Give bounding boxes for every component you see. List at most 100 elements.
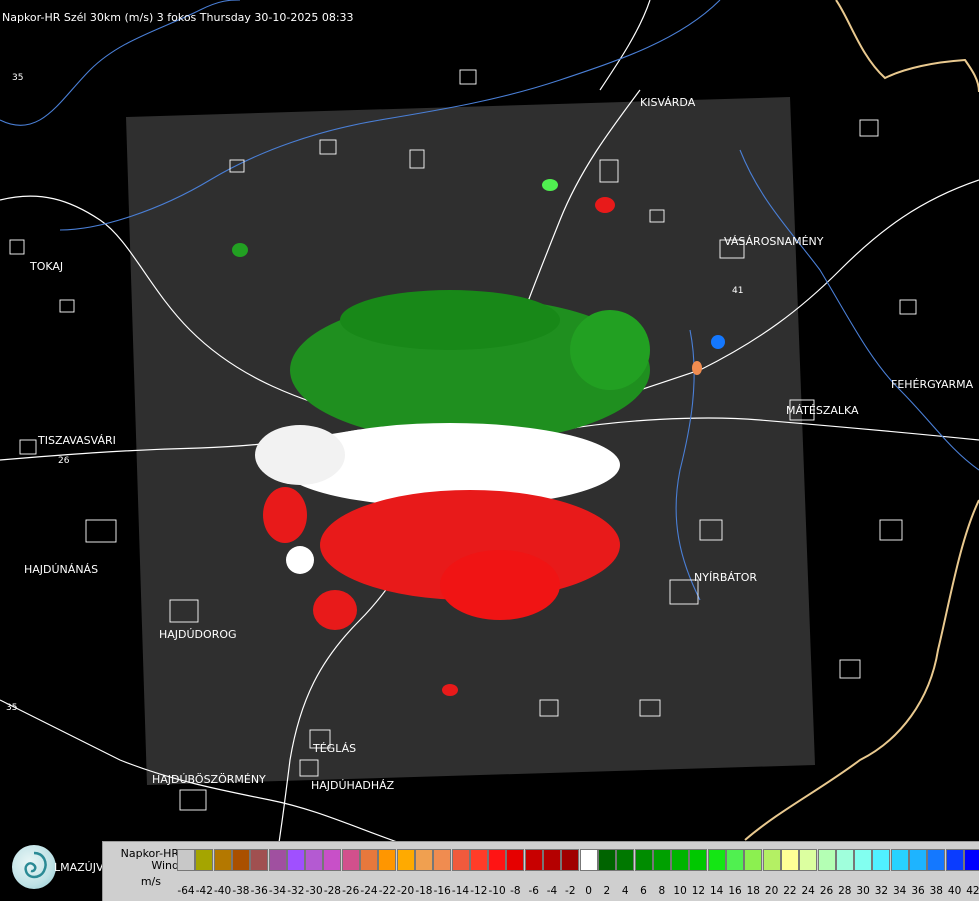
legend-tick-label: -16 (433, 885, 451, 897)
map-title: Napkor-HR Szél 30km (m/s) 3 fokos Thursd… (2, 11, 354, 24)
legend-tick-label: -64 (177, 885, 195, 897)
legend-tick-label: -26 (342, 885, 360, 897)
legend-swatch (433, 849, 452, 871)
echo-red-west (263, 487, 307, 543)
echo-blue-spot (711, 335, 725, 349)
city-label-mateszalka: MÁTÉSZALKA (786, 404, 859, 417)
legend-tick-label: 40 (947, 885, 962, 897)
legend-swatch (469, 849, 488, 871)
legend-tick-label: -10 (488, 885, 506, 897)
city-label-fehergyarmat: FEHÉRGYARMA (891, 378, 974, 391)
legend-swatch (396, 849, 415, 871)
legend-swatch (762, 849, 781, 871)
echo-green-upper (340, 290, 560, 350)
swirl-logo-icon (12, 845, 56, 889)
echo-white-west (255, 425, 345, 485)
legend-swatch (835, 849, 854, 871)
legend-swatch (744, 849, 763, 871)
legend-tick-label: -32 (287, 885, 305, 897)
legend-swatch (652, 849, 671, 871)
legend-tick-label: -38 (232, 885, 250, 897)
legend-tick-label: 24 (801, 885, 815, 897)
city-label-hajduhadhaz: HAJDÚHADHÁZ (311, 779, 395, 792)
legend-tick-label: 2 (603, 885, 611, 897)
legend-swatch (524, 849, 543, 871)
legend-tick-label: 20 (764, 885, 779, 897)
echo-red-ne (595, 197, 615, 213)
legend-swatch (360, 849, 378, 871)
legend-tick-label: 0 (585, 885, 592, 897)
legend-tick-label: 14 (710, 885, 724, 897)
legend-tick-label: -22 (378, 885, 396, 897)
legend-tick-label: -42 (195, 885, 213, 897)
legend-tick-label: 32 (874, 885, 889, 897)
road-number-label: 41 (732, 286, 744, 296)
legend-swatch (213, 849, 232, 871)
echo-red-south (440, 550, 560, 620)
legend-tick-label: 10 (673, 885, 687, 897)
legend-tick-label: 12 (691, 885, 706, 897)
legend-swatch (286, 849, 305, 871)
echo-orange-spot (692, 361, 702, 375)
city-label-hajdunanas: HAJDÚNÁNÁS (24, 563, 99, 576)
legend-tick-label: -24 (360, 885, 378, 897)
road-number-label: 35 (6, 703, 18, 713)
city-label-vasarosnameny: VÁSÁROSNAMÉNY (724, 235, 824, 248)
legend-tick-label: 28 (838, 885, 852, 897)
legend-tick-label: 36 (911, 885, 925, 897)
echo-red-south2 (442, 684, 458, 696)
legend-swatch (506, 849, 525, 871)
legend-swatch (671, 849, 690, 871)
echo-red-sw (313, 590, 357, 630)
legend-caption: Napkor-HR Wind m/s (107, 848, 179, 888)
city-label-teglas: TÉGLÁS (313, 742, 357, 755)
legend-swatch (451, 849, 470, 871)
legend-swatch (726, 849, 744, 871)
legend-swatch (799, 849, 818, 871)
legend-tick-label: -14 (451, 885, 470, 897)
legend-swatch (597, 849, 616, 871)
legend-swatch (963, 849, 979, 871)
legend-tick-label: -40 (214, 885, 232, 897)
echo-green-east (570, 310, 650, 390)
legend-tick-label: 16 (728, 885, 742, 897)
legend-swatch (488, 849, 507, 871)
legend-swatch (927, 849, 946, 871)
legend-swatch (909, 849, 927, 871)
legend-tick-label: -2 (565, 885, 576, 897)
legend-swatch (634, 849, 653, 871)
legend-swatch (945, 849, 964, 871)
legend-swatch (268, 849, 287, 871)
legend-tick-label: -36 (250, 885, 268, 897)
legend-swatch (890, 849, 909, 871)
legend-tick-label: 26 (819, 885, 834, 897)
city-label-tokaj: TOKAJ (30, 260, 64, 273)
echo-green-nw (232, 243, 248, 257)
legend-tick-label: -12 (470, 885, 488, 897)
road-number-label: 26 (58, 456, 70, 466)
echo-white-sw (286, 546, 314, 574)
legend-swatch (195, 849, 214, 871)
legend-swatch (689, 849, 708, 871)
legend-swatch (616, 849, 635, 871)
legend-tick-label: -8 (510, 885, 521, 897)
legend-tick-label: 18 (746, 885, 760, 897)
legend-tick-label: -34 (268, 885, 287, 897)
legend-tick-label: -30 (305, 885, 323, 897)
legend-swatch (561, 849, 580, 871)
city-label-kisvarda: KISVÁRDA (640, 96, 696, 109)
legend-tick-label: -20 (397, 885, 415, 897)
radar-map (0, 0, 979, 900)
legend-swatch (543, 849, 561, 871)
legend-tick-label: 42 (966, 885, 979, 897)
city-label-tiszavasvari: TISZAVASVÁRI (38, 434, 116, 447)
road-number-label: 35 (12, 73, 24, 83)
legend-tick-label: 8 (658, 885, 666, 897)
legend-subtitle: Wind (151, 859, 179, 872)
legend-swatch (817, 849, 836, 871)
legend-tick-label: 4 (621, 885, 629, 897)
legend-tick-label: 38 (929, 885, 943, 897)
color-legend: Napkor-HR Wind m/s -64 -42 -40 -38 -36 -34 -32… (102, 841, 979, 901)
legend-swatch (780, 849, 799, 871)
legend-swatch (414, 849, 433, 871)
